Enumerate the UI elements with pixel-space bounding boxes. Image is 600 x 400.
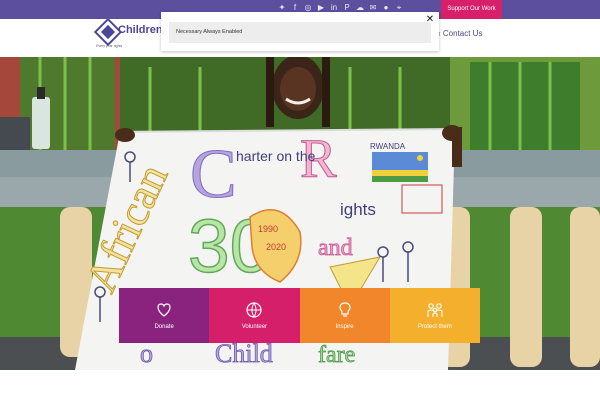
heart-hand-icon — [157, 302, 171, 317]
family-icon — [427, 302, 443, 317]
page-bottom — [0, 370, 600, 400]
inspire-label: Inspire — [335, 323, 354, 330]
svg-text:RWANDA: RWANDA — [370, 142, 406, 151]
donate-label: Donate — [154, 323, 174, 330]
lightbulb-icon — [339, 301, 351, 317]
support-button[interactable]: Support Our Work — [441, 0, 502, 19]
nav-contact-label: Contact Us — [442, 29, 483, 38]
protect-them-tile[interactable]: Protect them — [389, 288, 480, 343]
svg-text:o: o — [140, 339, 153, 368]
svg-text:ights: ights — [340, 200, 376, 219]
globe-icon — [246, 301, 262, 318]
svg-text:1990: 1990 — [258, 224, 278, 234]
nav-contact-us[interactable]: ‹ Contact Us — [438, 29, 482, 38]
volunteer-tile[interactable]: Volunteer — [209, 288, 300, 343]
action-tiles: Donate Volunteer Inspire Protect them — [119, 288, 480, 343]
page: ✦ f ◎ ▶ in P ☁ ✉ ● ⌖ Support Our Work Ch… — [0, 0, 600, 400]
svg-text:C: C — [190, 136, 237, 213]
inspire-tile[interactable]: Inspire — [299, 288, 390, 343]
svg-text:2020: 2020 — [266, 242, 286, 252]
cookie-necessary-row[interactable]: Necessary Always Enabled — [169, 22, 431, 43]
svg-text:Child: Child — [215, 339, 273, 368]
cookie-consent-popup: Necessary Always Enabled — [161, 12, 439, 51]
close-icon[interactable]: ✕ — [424, 14, 436, 26]
svg-text:and: and — [318, 235, 353, 261]
volunteer-label: Volunteer — [241, 323, 268, 330]
logo-tagline: Every year rights — [96, 44, 123, 48]
svg-text:harter on the: harter on the — [236, 148, 316, 164]
logo-name: Children — [118, 24, 163, 36]
svg-text:fare: fare — [318, 342, 355, 368]
donate-tile[interactable]: Donate — [119, 288, 210, 343]
logo[interactable]: Children Every year rights — [93, 17, 166, 50]
protect-them-label: Protect them — [417, 323, 452, 330]
